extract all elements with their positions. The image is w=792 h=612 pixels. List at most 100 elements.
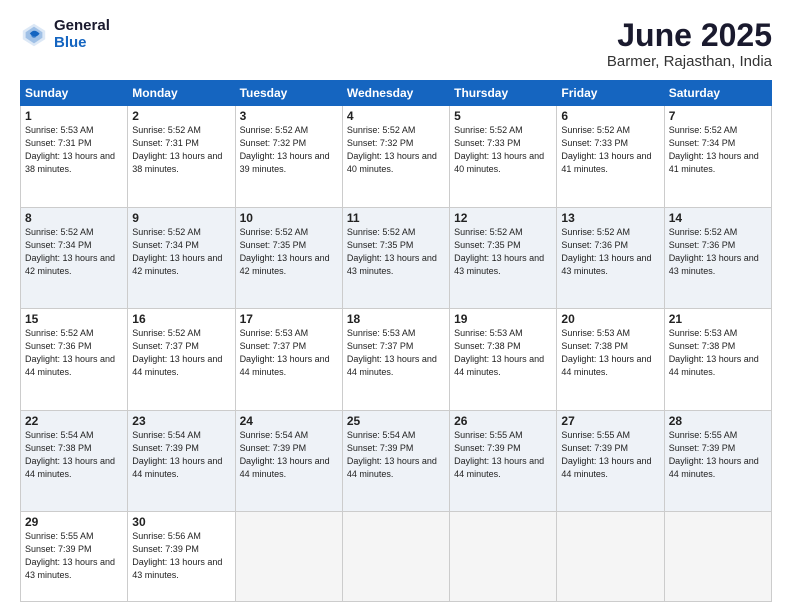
day-number: 7: [669, 109, 767, 123]
day-cell-5: 5 Sunrise: 5:52 AMSunset: 7:33 PMDayligh…: [450, 106, 557, 208]
day-info: Sunrise: 5:53 AMSunset: 7:37 PMDaylight:…: [347, 327, 445, 379]
day-info: Sunrise: 5:55 AMSunset: 7:39 PMDaylight:…: [454, 429, 552, 481]
day-number: 23: [132, 414, 230, 428]
day-cell-21: 21 Sunrise: 5:53 AMSunset: 7:38 PMDaylig…: [664, 309, 771, 411]
day-info: Sunrise: 5:53 AMSunset: 7:31 PMDaylight:…: [25, 124, 123, 176]
day-number: 16: [132, 312, 230, 326]
day-cell-27: 27 Sunrise: 5:55 AMSunset: 7:39 PMDaylig…: [557, 410, 664, 512]
day-cell-28: 28 Sunrise: 5:55 AMSunset: 7:39 PMDaylig…: [664, 410, 771, 512]
day-number: 9: [132, 211, 230, 225]
day-number: 22: [25, 414, 123, 428]
day-cell-20: 20 Sunrise: 5:53 AMSunset: 7:38 PMDaylig…: [557, 309, 664, 411]
day-number: 19: [454, 312, 552, 326]
day-info: Sunrise: 5:52 AMSunset: 7:34 PMDaylight:…: [25, 226, 123, 278]
day-number: 2: [132, 109, 230, 123]
day-info: Sunrise: 5:55 AMSunset: 7:39 PMDaylight:…: [25, 530, 123, 582]
header: General Blue June 2025 Barmer, Rajasthan…: [20, 18, 772, 70]
day-cell-9: 9 Sunrise: 5:52 AMSunset: 7:34 PMDayligh…: [128, 207, 235, 309]
day-number: 18: [347, 312, 445, 326]
day-info: Sunrise: 5:54 AMSunset: 7:38 PMDaylight:…: [25, 429, 123, 481]
day-info: Sunrise: 5:52 AMSunset: 7:36 PMDaylight:…: [669, 226, 767, 278]
day-info: Sunrise: 5:52 AMSunset: 7:32 PMDaylight:…: [240, 124, 338, 176]
day-info: Sunrise: 5:52 AMSunset: 7:36 PMDaylight:…: [25, 327, 123, 379]
day-number: 20: [561, 312, 659, 326]
logo: General Blue: [20, 18, 110, 51]
page: General Blue June 2025 Barmer, Rajasthan…: [0, 0, 792, 612]
day-number: 8: [25, 211, 123, 225]
day-cell-13: 13 Sunrise: 5:52 AMSunset: 7:36 PMDaylig…: [557, 207, 664, 309]
day-cell-3: 3 Sunrise: 5:52 AMSunset: 7:32 PMDayligh…: [235, 106, 342, 208]
day-info: Sunrise: 5:52 AMSunset: 7:31 PMDaylight:…: [132, 124, 230, 176]
week-row-4: 22 Sunrise: 5:54 AMSunset: 7:38 PMDaylig…: [21, 410, 772, 512]
day-cell-11: 11 Sunrise: 5:52 AMSunset: 7:35 PMDaylig…: [342, 207, 449, 309]
title-block: June 2025 Barmer, Rajasthan, India: [607, 18, 772, 70]
main-title: June 2025: [607, 18, 772, 53]
day-info: Sunrise: 5:55 AMSunset: 7:39 PMDaylight:…: [669, 429, 767, 481]
day-info: Sunrise: 5:52 AMSunset: 7:37 PMDaylight:…: [132, 327, 230, 379]
day-info: Sunrise: 5:56 AMSunset: 7:39 PMDaylight:…: [132, 530, 230, 582]
day-cell-22: 22 Sunrise: 5:54 AMSunset: 7:38 PMDaylig…: [21, 410, 128, 512]
day-number: 4: [347, 109, 445, 123]
logo-general: General: [54, 18, 110, 35]
day-cell-30: 30 Sunrise: 5:56 AMSunset: 7:39 PMDaylig…: [128, 512, 235, 602]
day-info: Sunrise: 5:54 AMSunset: 7:39 PMDaylight:…: [347, 429, 445, 481]
day-cell-10: 10 Sunrise: 5:52 AMSunset: 7:35 PMDaylig…: [235, 207, 342, 309]
week-row-5: 29 Sunrise: 5:55 AMSunset: 7:39 PMDaylig…: [21, 512, 772, 602]
week-row-3: 15 Sunrise: 5:52 AMSunset: 7:36 PMDaylig…: [21, 309, 772, 411]
day-info: Sunrise: 5:53 AMSunset: 7:38 PMDaylight:…: [454, 327, 552, 379]
day-cell-14: 14 Sunrise: 5:52 AMSunset: 7:36 PMDaylig…: [664, 207, 771, 309]
day-info: Sunrise: 5:52 AMSunset: 7:34 PMDaylight:…: [669, 124, 767, 176]
day-info: Sunrise: 5:53 AMSunset: 7:37 PMDaylight:…: [240, 327, 338, 379]
day-info: Sunrise: 5:52 AMSunset: 7:35 PMDaylight:…: [347, 226, 445, 278]
day-cell-1: 1 Sunrise: 5:53 AMSunset: 7:31 PMDayligh…: [21, 106, 128, 208]
logo-blue: Blue: [54, 35, 110, 52]
day-info: Sunrise: 5:52 AMSunset: 7:33 PMDaylight:…: [561, 124, 659, 176]
week-row-2: 8 Sunrise: 5:52 AMSunset: 7:34 PMDayligh…: [21, 207, 772, 309]
day-cell-12: 12 Sunrise: 5:52 AMSunset: 7:35 PMDaylig…: [450, 207, 557, 309]
calendar-header-row: Sunday Monday Tuesday Wednesday Thursday…: [21, 81, 772, 106]
location-subtitle: Barmer, Rajasthan, India: [607, 53, 772, 70]
day-info: Sunrise: 5:53 AMSunset: 7:38 PMDaylight:…: [669, 327, 767, 379]
day-cell-29: 29 Sunrise: 5:55 AMSunset: 7:39 PMDaylig…: [21, 512, 128, 602]
calendar-table: Sunday Monday Tuesday Wednesday Thursday…: [20, 80, 772, 602]
day-cell-23: 23 Sunrise: 5:54 AMSunset: 7:39 PMDaylig…: [128, 410, 235, 512]
empty-cell: [450, 512, 557, 602]
day-cell-8: 8 Sunrise: 5:52 AMSunset: 7:34 PMDayligh…: [21, 207, 128, 309]
day-info: Sunrise: 5:55 AMSunset: 7:39 PMDaylight:…: [561, 429, 659, 481]
day-info: Sunrise: 5:54 AMSunset: 7:39 PMDaylight:…: [240, 429, 338, 481]
week-row-1: 1 Sunrise: 5:53 AMSunset: 7:31 PMDayligh…: [21, 106, 772, 208]
day-number: 28: [669, 414, 767, 428]
day-info: Sunrise: 5:52 AMSunset: 7:32 PMDaylight:…: [347, 124, 445, 176]
col-friday: Friday: [557, 81, 664, 106]
col-tuesday: Tuesday: [235, 81, 342, 106]
day-number: 17: [240, 312, 338, 326]
day-number: 10: [240, 211, 338, 225]
day-cell-7: 7 Sunrise: 5:52 AMSunset: 7:34 PMDayligh…: [664, 106, 771, 208]
day-number: 29: [25, 515, 123, 529]
day-number: 12: [454, 211, 552, 225]
day-number: 25: [347, 414, 445, 428]
day-cell-16: 16 Sunrise: 5:52 AMSunset: 7:37 PMDaylig…: [128, 309, 235, 411]
day-number: 11: [347, 211, 445, 225]
day-number: 1: [25, 109, 123, 123]
day-number: 26: [454, 414, 552, 428]
empty-cell: [664, 512, 771, 602]
day-number: 5: [454, 109, 552, 123]
day-cell-4: 4 Sunrise: 5:52 AMSunset: 7:32 PMDayligh…: [342, 106, 449, 208]
day-number: 27: [561, 414, 659, 428]
logo-text: General Blue: [54, 18, 110, 51]
day-cell-6: 6 Sunrise: 5:52 AMSunset: 7:33 PMDayligh…: [557, 106, 664, 208]
day-info: Sunrise: 5:54 AMSunset: 7:39 PMDaylight:…: [132, 429, 230, 481]
day-number: 15: [25, 312, 123, 326]
empty-cell: [557, 512, 664, 602]
col-thursday: Thursday: [450, 81, 557, 106]
empty-cell: [235, 512, 342, 602]
logo-icon: [20, 21, 48, 49]
day-number: 3: [240, 109, 338, 123]
empty-cell: [342, 512, 449, 602]
day-number: 30: [132, 515, 230, 529]
day-number: 14: [669, 211, 767, 225]
day-info: Sunrise: 5:52 AMSunset: 7:33 PMDaylight:…: [454, 124, 552, 176]
day-number: 6: [561, 109, 659, 123]
day-info: Sunrise: 5:52 AMSunset: 7:34 PMDaylight:…: [132, 226, 230, 278]
